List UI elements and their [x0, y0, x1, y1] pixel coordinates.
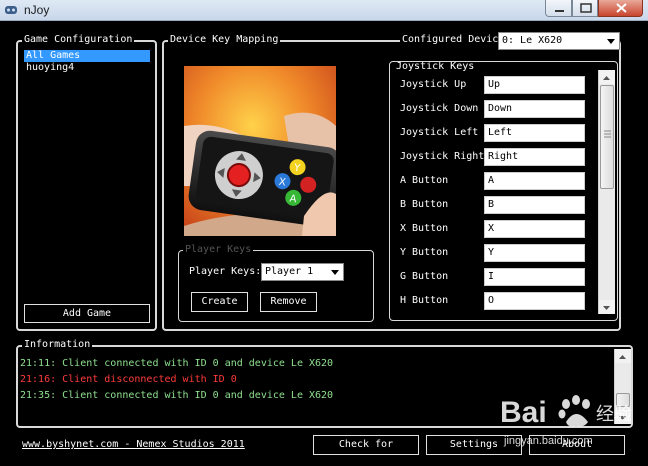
joystick-key-label: Joystick Left [400, 127, 479, 138]
joystick-key-field[interactable]: O [484, 292, 585, 310]
player-keys-group: Player Keys Player Keys: Player 1 Create… [178, 243, 374, 322]
baidu-watermark: Bai 经验 jingyan.baidu.com [500, 388, 640, 453]
joystick-key-label: Joystick Right [400, 151, 485, 162]
window-title: nJoy [24, 3, 50, 17]
chevron-down-icon [331, 270, 339, 275]
scroll-up-arrow[interactable] [615, 349, 631, 363]
joystick-key-label: G Button [400, 271, 449, 282]
joystick-key-field[interactable]: Right [484, 148, 585, 166]
information-label: Information [22, 338, 93, 352]
maximize-button[interactable] [572, 0, 598, 17]
joystick-key-field[interactable]: A [484, 172, 585, 190]
log-line: 21:16: Client disconnected with ID 0 [20, 374, 237, 385]
device-key-mapping-group: Device Key Mapping Configured Devic Y X … [162, 33, 621, 331]
minimize-button[interactable] [545, 0, 572, 17]
njoy-window: nJoy Game Configuration All Games huoyin… [0, 0, 648, 466]
list-item[interactable]: huoying4 [24, 62, 150, 74]
joystick-key-label: Joystick Up [400, 79, 467, 90]
configured-device-label: Configured Devic [400, 33, 501, 47]
chevron-down-icon [603, 306, 610, 310]
log-line: 21:11: Client connected with ID 0 and de… [20, 358, 334, 369]
joystick-key-field[interactable]: X [484, 220, 585, 238]
joystick-keys-group: Joystick Keys Joystick Up Up Joystick Down… [389, 61, 618, 321]
joystick-key-label: Y Button [400, 247, 449, 258]
joystick-key-field[interactable]: B [484, 196, 585, 214]
close-icon [616, 3, 627, 13]
configured-device-select[interactable]: 0: Le X620 [498, 32, 620, 50]
joystick-key-field[interactable]: Up [484, 76, 585, 94]
baidu-paw-logo: Bai 经验 jingyan.baidu.com [500, 395, 632, 447]
app-icon [5, 6, 17, 14]
game-list[interactable]: All Games huoying4 [24, 50, 150, 90]
minimize-icon [555, 10, 564, 12]
game-configuration-group: Game Configuration All Games huoying4 Ad… [16, 33, 157, 331]
device-key-mapping-label: Device Key Mapping [168, 33, 281, 47]
joystick-keys-scrollbar[interactable] [598, 70, 615, 314]
joystick-key-field[interactable]: Left [484, 124, 585, 142]
player-keys-label: Player Keys: [189, 266, 262, 277]
scroll-down-arrow[interactable] [599, 300, 615, 314]
scroll-up-arrow[interactable] [599, 70, 615, 84]
add-game-button[interactable]: Add Game [24, 304, 150, 323]
player-select[interactable]: Player 1 [261, 263, 344, 281]
chevron-up-icon [619, 355, 626, 359]
joystick-key-label: X Button [400, 223, 449, 234]
joystick-key-field[interactable]: I [484, 268, 585, 286]
joystick-key-label: B Button [400, 199, 449, 210]
joystick-key-field[interactable]: Y [484, 244, 585, 262]
watermark-url: jingyan.baidu.com [503, 435, 593, 447]
joystick-key-label: H Button [400, 295, 449, 306]
joystick-key-label: A Button [400, 175, 449, 186]
close-button[interactable] [598, 0, 643, 17]
player-select-value: Player 1 [265, 266, 314, 277]
joystick-key-field[interactable]: Down [484, 100, 585, 118]
watermark-brand: Bai [500, 396, 547, 429]
check-for-updates-button[interactable]: Check for [313, 435, 419, 455]
create-button[interactable]: Create [191, 292, 248, 312]
list-item[interactable]: All Games [24, 50, 150, 62]
game-configuration-label: Game Configuration [22, 33, 135, 47]
joystick-keys-label: Joystick Keys [394, 61, 477, 74]
grip-icon [604, 130, 611, 138]
joystick-key-label: Joystick Down [400, 103, 479, 114]
configured-device-value: 0: Le X620 [502, 35, 563, 46]
device-image: Y X A [184, 66, 336, 236]
website-link[interactable]: www.byshynet.com - Nemex Studios 2011 [22, 439, 245, 450]
watermark-brand-2: 经验 [596, 404, 632, 425]
maximize-icon [580, 3, 592, 13]
chevron-up-icon [603, 76, 610, 80]
title-bar[interactable]: nJoy [0, 0, 648, 21]
remove-button[interactable]: Remove [260, 292, 317, 312]
scroll-thumb[interactable] [600, 85, 614, 189]
player-keys-group-label: Player Keys [183, 243, 254, 257]
chevron-down-icon [607, 39, 615, 44]
